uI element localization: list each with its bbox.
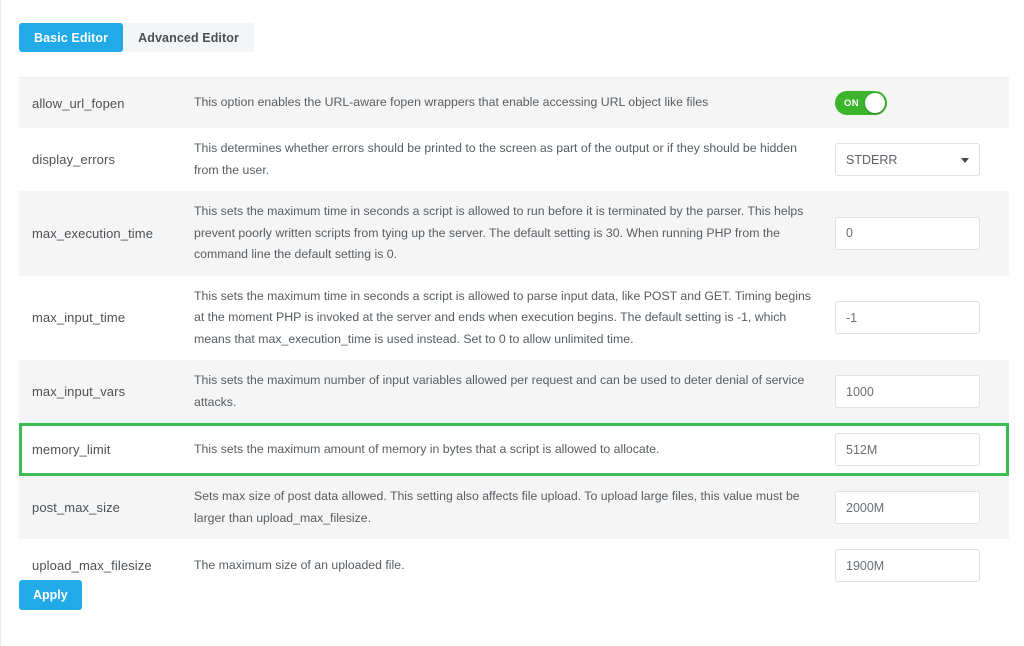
setting-input[interactable] (835, 549, 980, 582)
setting-description: This sets the maximum time in seconds a … (194, 201, 835, 266)
toggle-knob (865, 93, 885, 113)
select-wrapper: STDERRSTDOUTOnOff (835, 143, 980, 176)
apply-button[interactable]: Apply (19, 580, 82, 610)
setting-description: This determines whether errors should be… (194, 138, 835, 181)
setting-control (835, 217, 995, 250)
setting-control (835, 433, 995, 466)
setting-input[interactable] (835, 375, 980, 408)
setting-name: post_max_size (32, 500, 194, 515)
setting-name: allow_url_fopen (32, 96, 194, 111)
setting-control (835, 549, 995, 582)
setting-description: The maximum size of an uploaded file. (194, 555, 835, 577)
setting-input[interactable] (835, 301, 980, 334)
setting-description: This sets the maximum time in seconds a … (194, 286, 835, 351)
setting-control: ON (835, 91, 995, 115)
toggle-state-label: ON (844, 98, 859, 109)
setting-input[interactable] (835, 217, 980, 250)
setting-name: max_input_vars (32, 384, 194, 399)
settings-row: memory_limitThis sets the maximum amount… (19, 423, 1009, 476)
setting-name: max_execution_time (32, 226, 194, 241)
setting-select[interactable]: STDERRSTDOUTOnOff (835, 143, 980, 176)
php-settings-page: Basic EditorAdvanced Editor allow_url_fo… (0, 0, 1024, 646)
tab-basic-editor[interactable]: Basic Editor (19, 23, 123, 52)
setting-input[interactable] (835, 491, 980, 524)
settings-table: allow_url_fopenThis option enables the U… (19, 77, 1009, 592)
settings-row: post_max_sizeSets max size of post data … (19, 476, 1009, 539)
toggle-switch[interactable]: ON (835, 91, 887, 115)
setting-description: Sets max size of post data allowed. This… (194, 486, 835, 529)
settings-row: max_input_timeThis sets the maximum time… (19, 276, 1009, 361)
setting-description: This sets the maximum amount of memory i… (194, 439, 835, 461)
settings-row: max_input_varsThis sets the maximum numb… (19, 360, 1009, 423)
setting-name: memory_limit (32, 442, 194, 457)
setting-name: display_errors (32, 152, 194, 167)
setting-description: This sets the maximum number of input va… (194, 370, 835, 413)
tab-advanced-editor[interactable]: Advanced Editor (123, 23, 254, 52)
setting-name: max_input_time (32, 310, 194, 325)
setting-control (835, 375, 995, 408)
setting-control: STDERRSTDOUTOnOff (835, 143, 995, 176)
setting-control (835, 491, 995, 524)
settings-row: max_execution_timeThis sets the maximum … (19, 191, 1009, 276)
setting-control (835, 301, 995, 334)
settings-row: display_errorsThis determines whether er… (19, 128, 1009, 191)
setting-name: upload_max_filesize (32, 558, 194, 573)
settings-row: upload_max_filesizeThe maximum size of a… (19, 539, 1009, 592)
settings-row: allow_url_fopenThis option enables the U… (19, 78, 1009, 128)
setting-description: This option enables the URL-aware fopen … (194, 92, 835, 114)
setting-input[interactable] (835, 433, 980, 466)
editor-tab-bar: Basic EditorAdvanced Editor (19, 23, 254, 52)
